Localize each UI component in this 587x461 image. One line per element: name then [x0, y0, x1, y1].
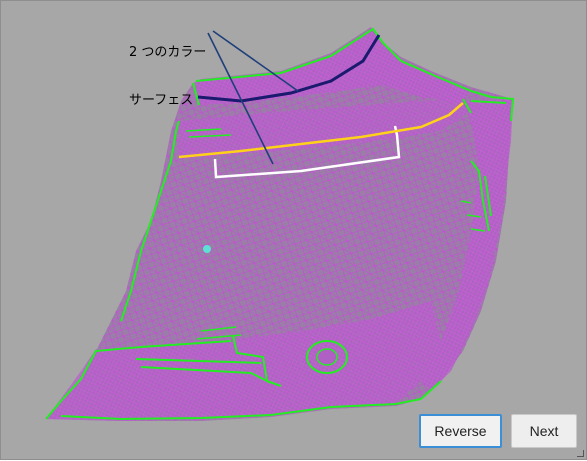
annotation-label: 2 つのカラー サーフェス	[129, 13, 206, 141]
fog-lamp-inner	[316, 348, 338, 366]
annotation-line-1: 2 つのカラー	[129, 45, 207, 60]
annotation-line-2: サーフェス	[129, 93, 194, 108]
next-button[interactable]: Next	[511, 414, 577, 448]
resize-grip-icon[interactable]	[577, 450, 584, 457]
mesh-model-view[interactable]	[1, 1, 586, 459]
reverse-button[interactable]: Reverse	[419, 414, 502, 448]
3d-viewport[interactable]: 2 つのカラー サーフェス Reverse Next	[0, 0, 587, 460]
origin-marker	[203, 245, 211, 253]
